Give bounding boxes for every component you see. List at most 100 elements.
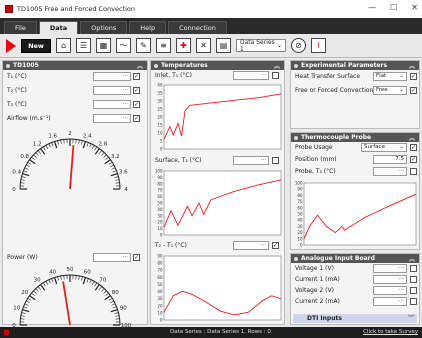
gauge-tick <box>94 148 100 155</box>
collapse-icon[interactable]: ︽ <box>409 133 415 142</box>
add-row-icon[interactable]: ✚ <box>176 38 191 53</box>
heat-surface-checkbox[interactable]: ✓ <box>410 73 417 80</box>
close-button[interactable]: ✕ <box>411 3 418 12</box>
thermocouple-probe-panel: Thermocouple Probe ︽ Probe Usage Surface… <box>290 132 420 250</box>
gauge-tick <box>112 306 117 309</box>
gauge-tick <box>33 154 37 158</box>
current2-checkbox[interactable] <box>410 298 417 305</box>
app-icon <box>5 5 13 13</box>
gauge-tick <box>37 286 41 290</box>
inlet-checkbox[interactable] <box>272 72 279 79</box>
gauge-tick <box>99 150 103 154</box>
t3-checkbox[interactable]: ✓ <box>133 101 140 108</box>
y-tick-label: 10 <box>157 131 163 136</box>
probe-checkbox[interactable] <box>410 168 417 175</box>
chevron-down-icon: ⌄ <box>399 87 404 93</box>
panel-header: Thermocouple Probe ︽ <box>291 133 419 142</box>
gauge-tick <box>108 297 113 301</box>
gauge-tick <box>57 140 59 145</box>
y-tick-label: 90 <box>157 254 163 259</box>
gauge-tick <box>75 139 77 144</box>
collapse-icon[interactable]: ︽ <box>409 254 415 263</box>
airflow-value: ··· <box>93 114 131 123</box>
grid-icon[interactable]: ▤ <box>216 38 231 53</box>
delete-icon[interactable]: ✕ <box>196 38 211 53</box>
position-checkbox[interactable]: ✓ <box>410 156 417 163</box>
panel-dot-icon <box>154 63 158 68</box>
usage-select[interactable]: Surface ⌄ <box>361 143 407 152</box>
panel-title: TD1005 <box>13 62 39 69</box>
status-bar: Data Series : Data Series 1, Rows : 0 Cl… <box>0 327 422 338</box>
edit-icon[interactable]: ✎ <box>136 38 151 53</box>
power-checkbox[interactable]: ✓ <box>133 254 140 261</box>
list-icon[interactable]: ≡ <box>156 38 171 53</box>
y-tick-label: 80 <box>157 181 163 186</box>
current1-label: Current 1 (mA) <box>295 276 340 283</box>
compass-icon[interactable]: ⊘ <box>291 38 306 53</box>
data-series-value: Data Series 1 <box>240 38 275 53</box>
gauge-tick <box>40 148 46 155</box>
gauge-tick <box>33 290 37 294</box>
diff-plot: 90 80 70 60 50 40 30 20 10 0 <box>157 254 282 323</box>
gauge-tick <box>57 276 59 281</box>
table-icon[interactable]: ▦ <box>96 38 111 53</box>
collapse-icon[interactable]: ︽ <box>409 61 415 70</box>
gauge-tick <box>35 152 39 156</box>
collapse-icon[interactable]: ︽ <box>137 61 143 70</box>
gauge-tick-label: 80 <box>112 290 119 296</box>
gauge-tick <box>35 288 39 292</box>
tab-help[interactable]: Help <box>129 21 167 34</box>
folder-icon[interactable]: ⌂ <box>56 38 71 53</box>
dti-inputs-bar[interactable]: DTI Inputs ︾ <box>293 314 417 323</box>
chart-line-icon[interactable]: ⌇ <box>311 38 326 53</box>
current1-checkbox[interactable] <box>410 276 417 283</box>
tab-file[interactable]: File <box>4 21 37 34</box>
voltage1-checkbox[interactable] <box>410 265 417 272</box>
heat-surface-row: Heat Transfer Surface Flat ⌄ ✓ <box>291 70 419 84</box>
t2-checkbox[interactable]: ✓ <box>133 87 140 94</box>
minimize-button[interactable]: — <box>368 3 376 12</box>
position-value[interactable]: 7.5 <box>373 155 407 164</box>
survey-link[interactable]: Click to take Survey <box>363 329 418 335</box>
line-graph-icon[interactable]: 〜 <box>116 38 131 53</box>
tab-data[interactable]: Data <box>38 21 79 34</box>
inlet-value: ··· <box>233 71 269 80</box>
status-text: Data Series : Data Series 1, Rows : 0 <box>170 329 271 335</box>
gauge-tick <box>101 152 105 156</box>
diff-checkbox[interactable]: ✓ <box>272 242 279 249</box>
gauge-tick-label: 0.4 <box>12 170 21 176</box>
collapse-icon[interactable]: ︽ <box>274 61 280 70</box>
gauge-tick <box>29 159 36 165</box>
gauge-tick <box>111 167 116 170</box>
tab-options[interactable]: Options <box>80 21 128 34</box>
data-series-select[interactable]: Data Series 1 ⌄ <box>236 38 286 53</box>
analogue-input-panel: Analogue Input Board ︽ Voltage 1 (V) ···… <box>290 253 420 325</box>
diff-value: ··· <box>233 241 269 250</box>
gauge-tick-label: 20 <box>21 290 28 296</box>
y-tick-label: 30 <box>157 296 163 301</box>
save-icon[interactable]: ☰ <box>76 38 91 53</box>
gauge-tick <box>24 167 29 170</box>
voltage2-checkbox[interactable] <box>410 287 417 294</box>
maximize-button[interactable]: ☐ <box>390 3 397 12</box>
play-icon[interactable] <box>6 38 16 53</box>
tab-connection[interactable]: Connection <box>168 21 227 34</box>
new-button[interactable]: New <box>21 38 51 53</box>
y-tick-label: 20 <box>157 220 163 225</box>
gauge-tick <box>115 179 120 181</box>
airflow-checkbox[interactable]: ✓ <box>133 115 140 122</box>
gauge-tick <box>42 146 46 151</box>
surface-value: ··· <box>233 156 269 165</box>
t1-label: T₁ (°C) <box>7 73 27 80</box>
convection-select[interactable]: Free ⌄ <box>373 86 407 95</box>
voltage1-row: Voltage 1 (V) ··· <box>291 263 419 274</box>
y-tick-label: 90 <box>157 175 163 180</box>
usage-checkbox[interactable]: ✓ <box>410 144 417 151</box>
convection-checkbox[interactable]: ✓ <box>410 87 417 94</box>
inlet-row: Inlet, T₁ (°C) ··· <box>151 70 284 81</box>
inlet-label: Inlet, T₁ (°C) <box>155 72 192 79</box>
diff-row: T₂ - T₁ (°C) ··· ✓ <box>151 240 284 251</box>
surface-checkbox[interactable] <box>272 157 279 164</box>
heat-surface-select[interactable]: Flat ⌄ <box>373 72 407 81</box>
t1-checkbox[interactable]: ✓ <box>133 73 140 80</box>
